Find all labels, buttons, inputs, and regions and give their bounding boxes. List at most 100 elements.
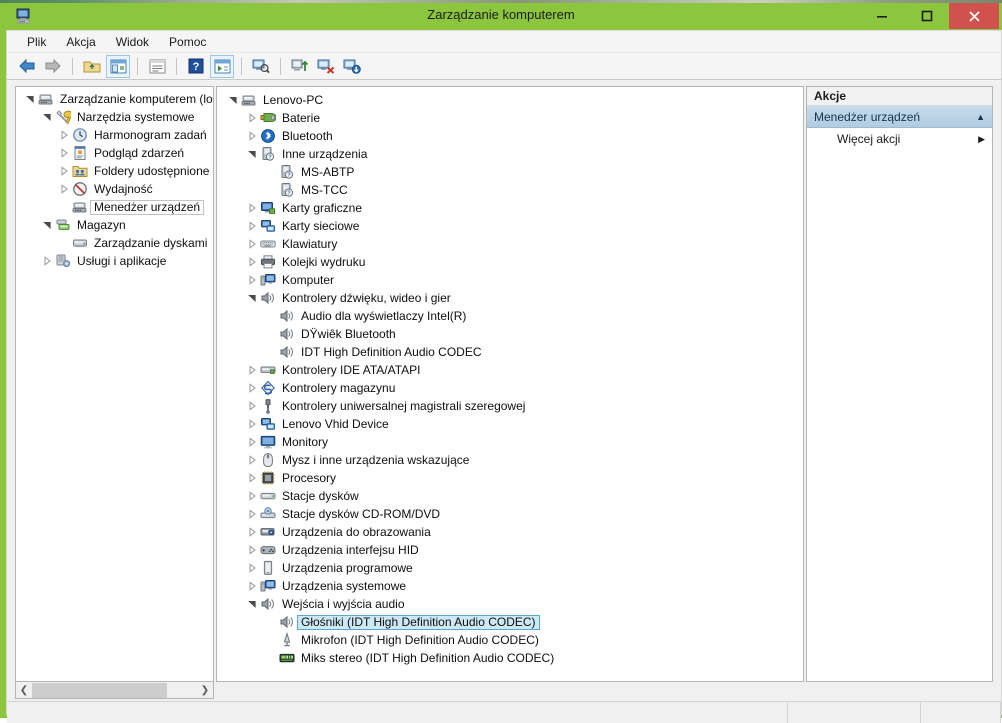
chevron-right-icon[interactable]: ▶ — [978, 134, 985, 145]
tree-item-miks-stereo-idt-high-definition-audio-codec[interactable]: Miks stereo (IDT High Definition Audio C… — [219, 649, 803, 667]
expander-closed-icon[interactable] — [244, 128, 260, 144]
actions-group-device-manager[interactable]: Menedżer urządzeń ▲ — [807, 106, 992, 128]
expander-closed-icon[interactable] — [244, 452, 260, 468]
tree-item-audio-dla-wyświetlaczy-intelr[interactable]: Audio dla wyświetlaczy Intel(R) — [219, 307, 803, 325]
tree-item-narzędzia-systemowe[interactable]: Narzędzia systemowe — [18, 108, 213, 126]
forward-arrow-icon[interactable] — [41, 55, 65, 78]
tree-item-mysz-i-inne-urządzenia-wskazujące[interactable]: Mysz i inne urządzenia wskazujące — [219, 451, 803, 469]
expander-closed-icon[interactable] — [39, 253, 55, 269]
expander-closed-icon[interactable] — [244, 110, 260, 126]
tree-item-stacje-dysków-cd-rom-dvd[interactable]: Stacje dysków CD-ROM/DVD — [219, 505, 803, 523]
expander-open-icon[interactable] — [244, 596, 260, 612]
tree-item-karty-sieciowe[interactable]: Karty sieciowe — [219, 217, 803, 235]
update-driver-icon[interactable] — [288, 55, 312, 78]
tree-item-wejścia-i-wyjścia-audio[interactable]: Wejścia i wyjścia audio — [219, 595, 803, 613]
uninstall-device-icon[interactable] — [314, 55, 338, 78]
scroll-right-button[interactable]: ❯ — [197, 683, 213, 698]
expander-closed-icon[interactable] — [244, 470, 260, 486]
tree-item-mikrofon-idt-high-definition-audio-codec[interactable]: Mikrofon (IDT High Definition Audio CODE… — [219, 631, 803, 649]
menu-pomoc[interactable]: Pomoc — [159, 33, 216, 51]
expander-closed-icon[interactable] — [244, 236, 260, 252]
expander-closed-icon[interactable] — [244, 398, 260, 414]
device-tree-pane[interactable]: Lenovo-PC Baterie Bluetooth? Inne urządzeni… — [216, 86, 804, 682]
maximize-button[interactable] — [904, 3, 949, 29]
expander-closed-icon[interactable] — [244, 362, 260, 378]
minimize-button[interactable] — [859, 3, 904, 29]
tree-item-zarządzanie-dyskami[interactable]: Zarządzanie dyskami — [18, 234, 213, 252]
tree-item-podgląd-zdarzeń[interactable]: Podgląd zdarzeń — [18, 144, 213, 162]
tree-item-lenovo-pc[interactable]: Lenovo-PC — [219, 91, 803, 109]
expander-open-icon[interactable] — [225, 92, 241, 108]
tree-item-harmonogram-zadań[interactable]: Harmonogram zadań — [18, 126, 213, 144]
expander-closed-icon[interactable] — [244, 380, 260, 396]
console-tree-pane[interactable]: Zarządzanie komputerem (loka Narzędzia sy… — [15, 86, 214, 682]
expander-open-icon[interactable] — [244, 290, 260, 306]
tree-item-komputer[interactable]: Komputer — [219, 271, 803, 289]
expander-closed-icon[interactable] — [244, 488, 260, 504]
tree-item-karty-graficzne[interactable]: Karty graficzne — [219, 199, 803, 217]
tree-item-ms-abtp[interactable]: ? MS-ABTP — [219, 163, 803, 181]
show-action-pane-icon[interactable] — [210, 54, 234, 78]
help-icon[interactable]: ? — [184, 55, 208, 78]
expander-closed-icon[interactable] — [244, 416, 260, 432]
expander-closed-icon[interactable] — [244, 578, 260, 594]
tree-item-menedżer-urządzeń[interactable]: Menedżer urządzeń — [18, 198, 213, 216]
expander-closed-icon[interactable] — [244, 200, 260, 216]
tree-item-lenovo-vhid-device[interactable]: Lenovo Vhid Device — [219, 415, 803, 433]
tree-item-procesory[interactable]: Procesory — [219, 469, 803, 487]
tree-item-inne-urządzenia[interactable]: ? Inne urządzenia — [219, 145, 803, 163]
tree-item-baterie[interactable]: Baterie — [219, 109, 803, 127]
scroll-left-button[interactable]: ❮ — [16, 683, 32, 698]
expander-closed-icon[interactable] — [56, 163, 72, 179]
tree-item-kontrolery-uniwersalnej-magistrali-szeregowej[interactable]: Kontrolery uniwersalnej magistrali szere… — [219, 397, 803, 415]
properties-icon[interactable] — [145, 55, 169, 78]
tree-item-foldery-udostępnione[interactable]: Foldery udostępnione — [18, 162, 213, 180]
expander-closed-icon[interactable] — [56, 181, 72, 197]
back-arrow-icon[interactable] — [15, 55, 39, 78]
up-folder-icon[interactable] — [80, 55, 104, 78]
tree-item-monitory[interactable]: Monitory — [219, 433, 803, 451]
expander-closed-icon[interactable] — [244, 506, 260, 522]
tree-item-usługi-i-aplikacje[interactable]: Usługi i aplikacje — [18, 252, 213, 270]
menu-plik[interactable]: Plik — [17, 33, 56, 51]
expander-closed-icon[interactable] — [244, 434, 260, 450]
disable-device-icon[interactable] — [340, 55, 364, 78]
tree-item-kontrolery-magazynu[interactable]: Kontrolery magazynu — [219, 379, 803, 397]
tree-item-urządzenia-programowe[interactable]: Urządzenia programowe — [219, 559, 803, 577]
tree-item-d-wi-k-bluetooth[interactable]: DŸwiêk Bluetooth — [219, 325, 803, 343]
action-more-actions[interactable]: Więcej akcji ▶ — [807, 128, 992, 150]
chevron-up-icon[interactable]: ▲ — [976, 112, 985, 122]
tree-item-bluetooth[interactable]: Bluetooth — [219, 127, 803, 145]
tree-item-zarządzanie-komputerem-loka[interactable]: Zarządzanie komputerem (loka — [18, 90, 213, 108]
tree-item-kontrolery-dźwięku-wideo-i-gier[interactable]: Kontrolery dźwięku, wideo i gier — [219, 289, 803, 307]
expander-closed-icon[interactable] — [56, 127, 72, 143]
expander-closed-icon[interactable] — [244, 254, 260, 270]
expander-closed-icon[interactable] — [244, 272, 260, 288]
tree-item-urządzenia-do-obrazowania[interactable]: Urządzenia do obrazowania — [219, 523, 803, 541]
expander-closed-icon[interactable] — [244, 560, 260, 576]
expander-open-icon[interactable] — [39, 217, 55, 233]
expander-open-icon[interactable] — [22, 91, 38, 107]
tree-item-stacje-dysków[interactable]: Stacje dysków — [219, 487, 803, 505]
expander-closed-icon[interactable] — [56, 145, 72, 161]
tree-item-urządzenia-systemowe[interactable]: Urządzenia systemowe — [219, 577, 803, 595]
tree-item-klawiatury[interactable]: Klawiatury — [219, 235, 803, 253]
expander-closed-icon[interactable] — [244, 218, 260, 234]
tree-item-głośniki-idt-high-definition-audio-codec[interactable]: Głośniki (IDT High Definition Audio CODE… — [219, 613, 803, 631]
close-button[interactable] — [949, 3, 999, 29]
scroll-thumb[interactable] — [32, 682, 167, 698]
menu-widok[interactable]: Widok — [106, 33, 159, 51]
tree-item-wydajność[interactable]: Wydajność — [18, 180, 213, 198]
tree-item-urządzenia-interfejsu-hid[interactable]: Urządzenia interfejsu HID — [219, 541, 803, 559]
tree-item-kontrolery-ide-ata-atapi[interactable]: Kontrolery IDE ATA/ATAPI — [219, 361, 803, 379]
tree-item-magazyn[interactable]: Magazyn — [18, 216, 213, 234]
tree-item-ms-tcc[interactable]: ? MS-TCC — [219, 181, 803, 199]
expander-open-icon[interactable] — [39, 109, 55, 125]
expander-closed-icon[interactable] — [244, 542, 260, 558]
tree-item-idt-high-definition-audio-codec[interactable]: IDT High Definition Audio CODEC — [219, 343, 803, 361]
expander-open-icon[interactable] — [244, 146, 260, 162]
scan-hardware-changes-icon[interactable] — [249, 55, 273, 78]
scroll-track[interactable] — [32, 682, 197, 698]
expander-closed-icon[interactable] — [244, 524, 260, 540]
show-console-tree-icon[interactable] — [106, 54, 130, 78]
